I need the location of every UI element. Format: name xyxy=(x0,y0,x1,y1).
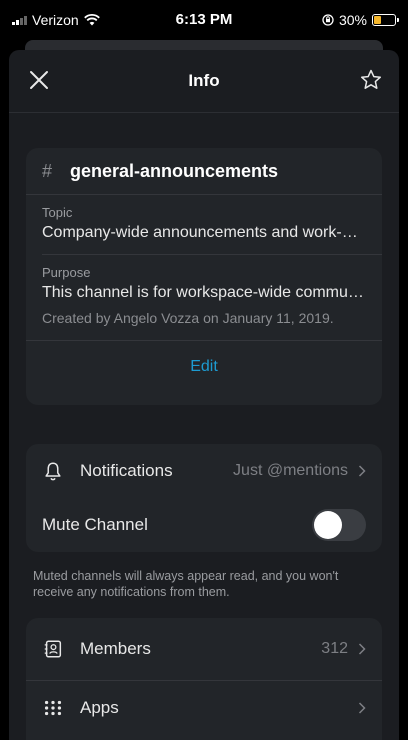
battery-percent: 30% xyxy=(338,12,367,28)
channel-header: # general-announcements xyxy=(26,148,382,195)
topic-label: Topic xyxy=(42,205,73,220)
notification-settings-card: Notifications Just @mentions Mute Channe… xyxy=(26,444,382,552)
created-by-text: Created by Angelo Vozza on January 11, 2… xyxy=(42,310,334,326)
members-apps-card: Members 312 Apps xyxy=(26,618,382,740)
chevron-right-icon xyxy=(358,465,366,477)
hash-icon: # xyxy=(42,160,53,181)
status-right: 30% xyxy=(322,12,399,28)
channel-name: general-announcements xyxy=(70,160,279,181)
close-icon[interactable] xyxy=(27,68,51,92)
chevron-right-icon xyxy=(358,643,366,655)
toggle-knob xyxy=(314,511,342,539)
orientation-lock-icon xyxy=(322,14,334,26)
apps-row[interactable]: Apps xyxy=(26,680,382,734)
bell-icon xyxy=(45,462,61,481)
notifications-label: Notifications xyxy=(80,461,173,480)
star-icon[interactable] xyxy=(359,68,383,92)
topic-section[interactable]: Topic Company-wide announcements and wor… xyxy=(26,195,382,254)
status-bar: Verizon 6:13 PM 30% xyxy=(0,0,408,40)
carrier-label: Verizon xyxy=(32,12,79,28)
apps-label: Apps xyxy=(80,697,119,717)
channel-about-card: # general-announcements Topic Company-wi… xyxy=(26,148,382,405)
status-left: Verizon xyxy=(12,12,100,28)
mute-channel-toggle[interactable] xyxy=(312,509,366,541)
signal-icon xyxy=(12,15,27,25)
mute-channel-label: Mute Channel xyxy=(42,515,148,534)
members-label: Members xyxy=(80,639,151,658)
edit-button[interactable]: Edit xyxy=(190,358,218,376)
members-count: 312 xyxy=(321,640,348,657)
purpose-label: Purpose xyxy=(42,265,91,280)
page-title: Info xyxy=(188,71,220,90)
purpose-section[interactable]: Purpose This channel is for workspace-wi… xyxy=(26,255,382,326)
battery-icon xyxy=(372,14,399,26)
apps-grid-icon xyxy=(44,700,62,715)
notifications-row[interactable]: Notifications Just @mentions xyxy=(26,444,382,498)
notifications-value: Just @mentions xyxy=(233,462,348,479)
info-sheet: Info # general-announcements Topic Compa… xyxy=(9,50,399,740)
wifi-icon xyxy=(83,14,100,26)
edit-row: Edit xyxy=(26,340,382,393)
mute-hint-text: Muted channels will always appear read, … xyxy=(33,569,339,599)
chevron-right-icon xyxy=(358,701,366,714)
mute-channel-row: Mute Channel xyxy=(26,498,382,552)
members-icon xyxy=(44,640,62,658)
purpose-value: This channel is for workspace-wide commu… xyxy=(42,284,364,301)
nav-bar: Info xyxy=(9,50,399,113)
members-row[interactable]: Members 312 xyxy=(26,618,382,680)
topic-value: Company-wide announcements and work-… xyxy=(42,224,358,241)
